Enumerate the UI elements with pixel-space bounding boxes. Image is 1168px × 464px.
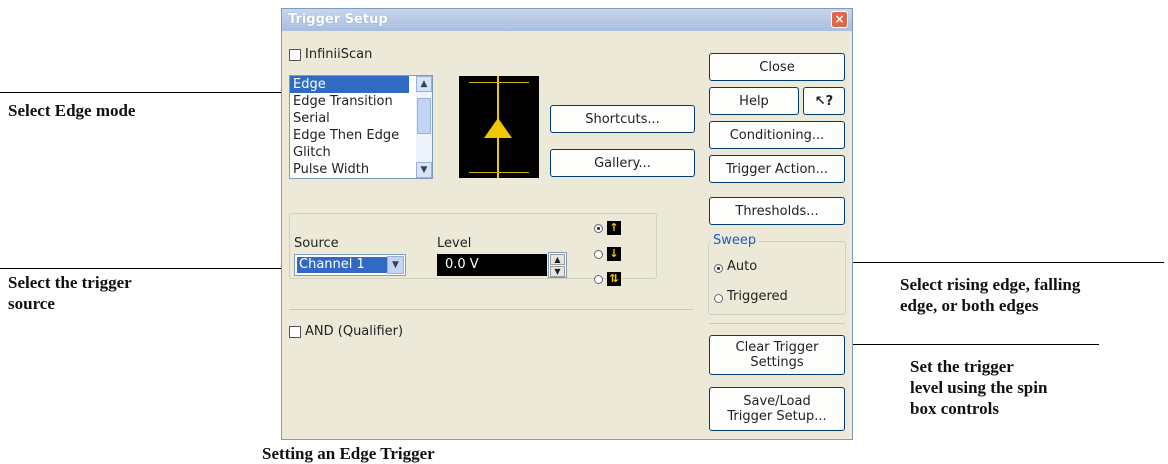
conditioning-button[interactable]: Conditioning... xyxy=(709,121,845,149)
trigger-action-button[interactable]: Trigger Action... xyxy=(709,155,845,183)
annotation-trigger-source: Select the trigger source xyxy=(8,272,132,314)
infiniiscan-checkbox[interactable]: InfiniiScan xyxy=(289,47,372,62)
sweep-auto-label: Auto xyxy=(727,259,758,274)
and-qualifier-label: AND (Qualifier) xyxy=(305,324,404,339)
both-edges-icon[interactable]: ⇅ xyxy=(607,272,621,286)
list-item[interactable]: Edge Transition xyxy=(290,93,409,110)
annotation-level-line1: Set the trigger xyxy=(910,357,1014,376)
and-qualifier-checkbox-box[interactable] xyxy=(289,325,301,338)
source-select[interactable]: Channel 1 ▼ xyxy=(294,254,406,276)
divider xyxy=(289,309,693,310)
level-input[interactable]: 0.0 V xyxy=(437,254,547,276)
title-bar[interactable]: Trigger Setup × xyxy=(282,9,852,31)
save-load-trigger-setup-button[interactable]: Save/Load Trigger Setup... xyxy=(709,387,845,431)
clear-trigger-settings-line1: Clear Trigger xyxy=(735,340,819,355)
infiniiscan-checkbox-box[interactable] xyxy=(289,48,301,61)
chevron-down-icon[interactable]: ▼ xyxy=(387,256,404,274)
scroll-down-icon[interactable]: ▼ xyxy=(416,162,432,178)
level-spin-box[interactable]: ▲ ▼ xyxy=(548,252,567,278)
annotation-slope-line1: Select rising edge, falling xyxy=(900,275,1081,294)
list-item[interactable]: Edge Then Edge xyxy=(290,127,409,144)
mode-list-scrollbar[interactable]: ▲ ▼ xyxy=(416,76,432,178)
sweep-auto-radio[interactable] xyxy=(714,264,723,273)
leader-line-source xyxy=(0,268,292,269)
preview-bottom-marker xyxy=(469,172,529,173)
preview-top-marker xyxy=(469,82,529,83)
scroll-up-icon[interactable]: ▲ xyxy=(416,76,432,92)
clear-trigger-settings-button[interactable]: Clear Trigger Settings xyxy=(709,335,845,375)
level-label: Level xyxy=(437,236,472,251)
shortcuts-button[interactable]: Shortcuts... xyxy=(550,105,695,133)
list-item[interactable]: Edge xyxy=(290,76,409,93)
source-select-value: Channel 1 xyxy=(297,257,387,273)
sweep-label: Sweep xyxy=(711,233,759,248)
dialog-title: Trigger Setup xyxy=(288,12,388,27)
spin-up-icon[interactable]: ▲ xyxy=(550,254,565,265)
gallery-button[interactable]: Gallery... xyxy=(550,149,695,177)
trigger-mode-list[interactable]: Edge Edge Transition Serial Edge Then Ed… xyxy=(289,75,433,179)
annotation-slope-line2: edge, or both edges xyxy=(900,296,1039,315)
rising-edge-icon[interactable]: ↑ xyxy=(607,221,621,235)
divider xyxy=(709,323,845,324)
close-window-button[interactable]: × xyxy=(831,11,848,28)
spin-down-icon[interactable]: ▼ xyxy=(550,266,565,277)
both-edges-radio[interactable] xyxy=(594,275,603,284)
rising-edge-arrow-icon xyxy=(484,118,512,138)
edge-trigger-preview-image xyxy=(459,76,539,178)
annotation-trigger-source-line2: source xyxy=(8,294,55,313)
save-load-line1: Save/Load xyxy=(743,394,811,409)
save-load-line2: Trigger Setup... xyxy=(727,409,827,424)
annotation-slope: Select rising edge, falling edge, or bot… xyxy=(900,274,1080,316)
sweep-triggered-label: Triggered xyxy=(727,289,788,304)
falling-edge-icon[interactable]: ↓ xyxy=(607,247,621,261)
falling-edge-radio[interactable] xyxy=(594,250,603,259)
close-button[interactable]: Close xyxy=(709,53,845,81)
annotation-level: Set the trigger level using the spin box… xyxy=(910,356,1047,419)
clear-trigger-settings-line2: Settings xyxy=(750,355,804,370)
and-qualifier-checkbox[interactable]: AND (Qualifier) xyxy=(289,324,403,339)
leader-line-edge-mode xyxy=(0,92,289,93)
annotation-trigger-source-line1: Select the trigger xyxy=(8,273,132,292)
thresholds-button[interactable]: Thresholds... xyxy=(709,197,845,225)
list-item[interactable]: Glitch xyxy=(290,144,409,161)
scrollbar-thumb[interactable] xyxy=(417,98,431,134)
annotation-level-line2: level using the spin xyxy=(910,378,1048,397)
whats-this-pointer-icon[interactable]: ↖? xyxy=(803,87,845,115)
trigger-setup-dialog: Trigger Setup × InfiniiScan Edge Edge Tr… xyxy=(281,8,853,440)
sweep-triggered-radio[interactable] xyxy=(714,294,723,303)
annotation-level-line3: box controls xyxy=(910,399,999,418)
rising-edge-radio[interactable] xyxy=(594,224,603,233)
infiniiscan-label: InfiniiScan xyxy=(305,47,373,62)
annotation-edge-mode: Select Edge mode xyxy=(8,101,136,120)
list-item[interactable]: Serial xyxy=(290,110,409,127)
help-button[interactable]: Help xyxy=(709,87,799,115)
figure-caption: Setting an Edge Trigger xyxy=(262,444,435,463)
source-label: Source xyxy=(294,236,339,251)
list-item[interactable]: Pulse Width xyxy=(290,161,409,178)
